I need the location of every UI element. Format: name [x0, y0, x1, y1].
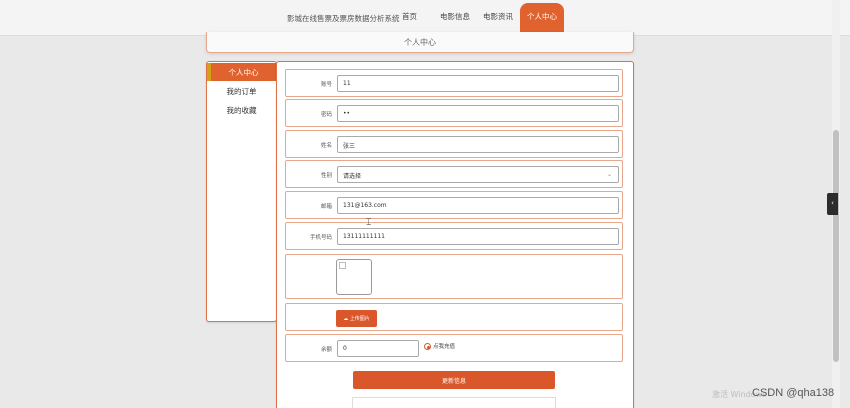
name-input[interactable]: 张三	[337, 136, 619, 153]
broken-image-icon	[339, 262, 346, 269]
balance-label: 余额	[320, 347, 332, 353]
form-row-avatar	[285, 254, 623, 299]
account-label: 账号	[320, 82, 332, 88]
password-input[interactable]: ••	[337, 105, 619, 122]
mouse-cursor-icon: ⌶	[366, 218, 372, 228]
balance-input[interactable]: 0	[337, 340, 419, 357]
form-row-phone: 手机号码 13111111111	[285, 222, 623, 250]
nav-movie-info[interactable]: 电影信息	[440, 11, 470, 22]
email-label: 邮箱	[320, 204, 332, 210]
name-label: 姓名	[320, 143, 332, 149]
csdn-watermark: CSDN @qha138	[752, 387, 835, 399]
page-header: 个人中心	[206, 32, 634, 53]
upload-image-button[interactable]: ☁ 上传图片	[336, 310, 377, 327]
update-info-button[interactable]: 更新信息	[353, 371, 555, 389]
form-row-gender: 性别 请选择 ⌄	[285, 160, 623, 188]
avatar-preview	[336, 259, 372, 295]
chevron-left-icon[interactable]: ‹	[827, 193, 838, 215]
form-row-account: 账号 11	[285, 69, 623, 97]
upload-icon: ☁	[343, 316, 349, 322]
form-row-password: 密码 ••	[285, 99, 623, 127]
recharge-option[interactable]: 点我充值	[424, 342, 455, 350]
form-row-name: 姓名 张三	[285, 130, 623, 158]
nav-movie-news[interactable]: 电影资讯	[483, 11, 513, 22]
top-navbar: 影城在线售票及票房数据分析系统 首页 电影信息 电影资讯 个人中心	[0, 0, 850, 37]
gender-select-value: 请选择	[343, 173, 362, 180]
recharge-radio-icon[interactable]	[424, 343, 431, 350]
recharge-label: 点我充值	[433, 344, 456, 350]
phone-label: 手机号码	[309, 235, 332, 241]
form-row-balance: 余额 0 点我充值	[285, 334, 623, 362]
scrollbar-thumb[interactable]	[833, 130, 839, 362]
upload-label: 上传图片	[349, 316, 370, 322]
form-row-upload: ☁ 上传图片	[285, 303, 623, 331]
gender-select[interactable]: 请选择 ⌄	[337, 166, 619, 183]
form-row-email: 邮箱 131@163.com	[285, 191, 623, 219]
sidebar-item-my-favorites[interactable]: 我的收藏	[207, 105, 276, 116]
phone-input[interactable]: 13111111111	[337, 228, 619, 245]
page-title: 个人中心	[404, 38, 436, 47]
next-section-edge	[352, 397, 556, 408]
sidebar-item-personal-center[interactable]: 个人中心	[207, 63, 276, 81]
gender-label: 性别	[320, 173, 332, 179]
site-title[interactable]: 影城在线售票及票房数据分析系统	[287, 13, 400, 24]
chevron-down-icon: ⌄	[606, 171, 612, 178]
account-input[interactable]: 11	[337, 75, 619, 92]
password-label: 密码	[320, 112, 332, 118]
email-input[interactable]: 131@163.com	[337, 197, 619, 214]
sidebar: 个人中心 我的订单 我的收藏	[206, 61, 277, 322]
nav-home[interactable]: 首页	[402, 11, 417, 22]
sidebar-item-my-orders[interactable]: 我的订单	[207, 86, 276, 97]
